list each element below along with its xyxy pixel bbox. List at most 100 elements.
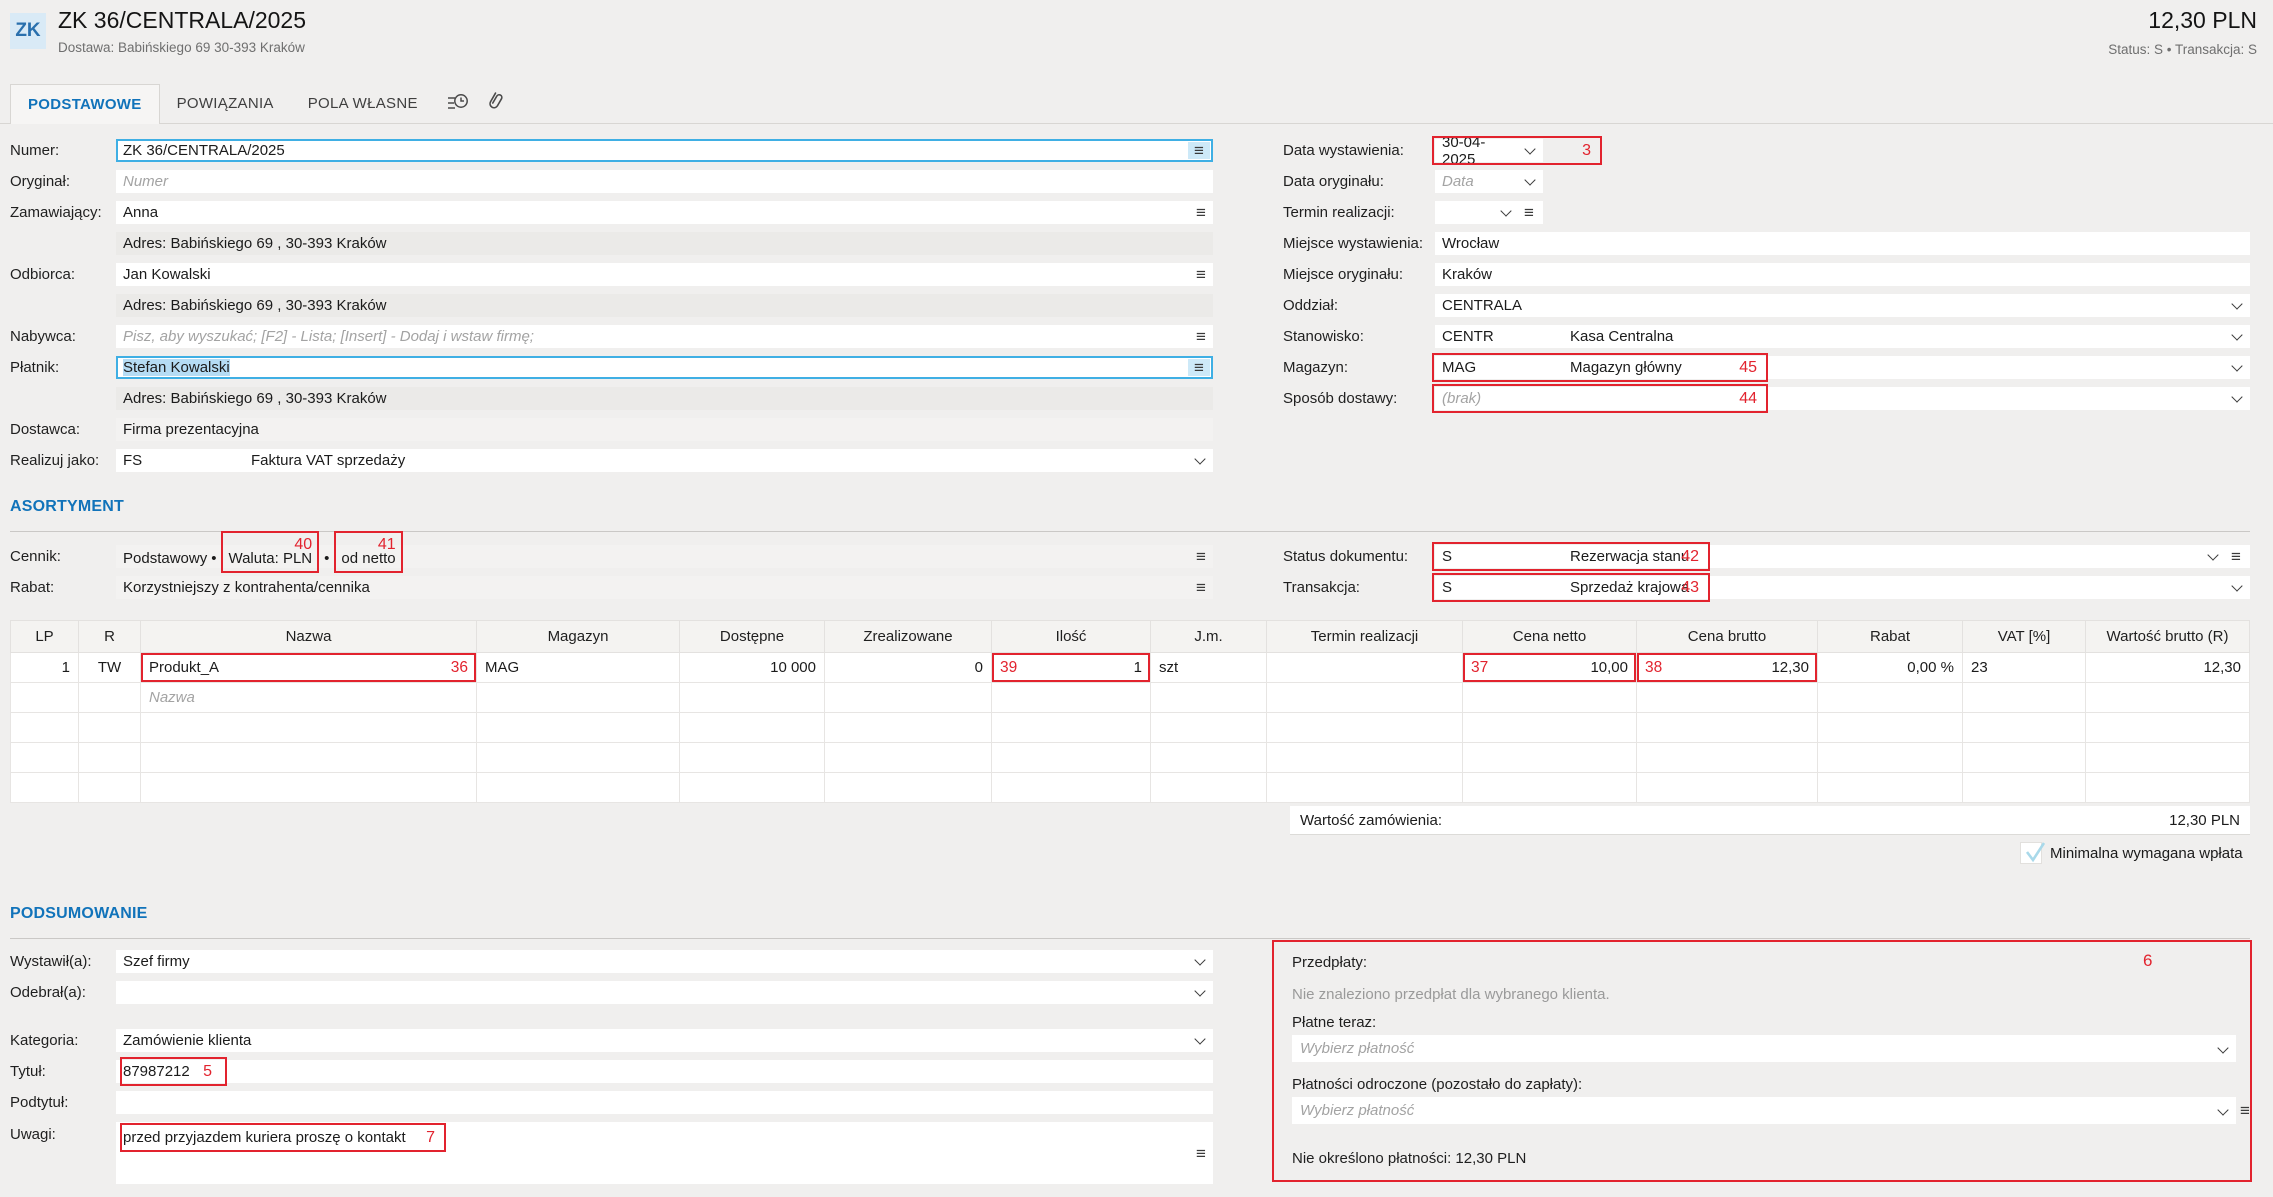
chevron-down-icon[interactable]	[1524, 143, 1535, 154]
miejsce-wystawienia-input[interactable]: Wrocław	[1435, 232, 2250, 255]
chevron-down-icon[interactable]	[1194, 954, 1205, 965]
cell-empty[interactable]	[1267, 743, 1463, 773]
chevron-down-icon[interactable]	[2231, 298, 2242, 309]
cell-empty[interactable]	[79, 713, 141, 743]
cell-empty[interactable]	[79, 743, 141, 773]
chevron-down-icon[interactable]	[2231, 360, 2242, 371]
cell-magazyn[interactable]: MAG	[477, 653, 680, 683]
cell-empty[interactable]	[11, 743, 79, 773]
cell-empty[interactable]	[477, 683, 680, 713]
chevron-down-icon[interactable]	[2231, 391, 2242, 402]
odbiorca-input[interactable]: Jan Kowalski ≡	[116, 263, 1213, 286]
uwagi-textarea[interactable]: przed przyjazdem kuriera proszę o kontak…	[116, 1122, 1213, 1184]
nabywca-input[interactable]: Pisz, aby wyszukać; [F2] - Lista; [Inser…	[116, 325, 1213, 348]
cell-empty[interactable]	[141, 773, 477, 803]
cell-ilosc[interactable]: 139	[992, 653, 1151, 683]
chevron-down-icon[interactable]	[1194, 453, 1205, 464]
termin-realizacji-select[interactable]: ≡	[1435, 201, 1543, 224]
cell-empty[interactable]	[680, 713, 825, 743]
cell-zrealizowane[interactable]: 0	[825, 653, 992, 683]
cell-empty[interactable]	[477, 773, 680, 803]
cell-empty[interactable]	[825, 743, 992, 773]
tytul-input[interactable]: 87987212 5	[116, 1060, 1213, 1083]
data-wystawienia-select[interactable]: 30-04-2025 3	[1435, 139, 1543, 162]
menu-icon[interactable]: ≡	[1190, 202, 1212, 223]
cell-empty[interactable]	[2086, 773, 2250, 803]
chevron-down-icon[interactable]	[2231, 580, 2242, 591]
cell-empty[interactable]	[11, 773, 79, 803]
realizuj-jako-select[interactable]: FS Faktura VAT sprzedaży	[116, 449, 1213, 472]
chevron-down-icon[interactable]	[2207, 549, 2218, 560]
zamawiajacy-input[interactable]: Anna ≡	[116, 201, 1213, 224]
cell-empty[interactable]	[992, 713, 1151, 743]
cell-empty[interactable]	[1637, 773, 1818, 803]
cell-empty[interactable]	[1151, 713, 1267, 743]
cell-empty[interactable]	[680, 773, 825, 803]
cell-termin[interactable]	[1267, 653, 1463, 683]
cell-empty[interactable]	[2086, 683, 2250, 713]
dostawca-field[interactable]: Firma prezentacyjna	[116, 418, 1213, 441]
cell-cena-brutto[interactable]: 12,3038	[1637, 653, 1818, 683]
cell-empty[interactable]	[1963, 773, 2086, 803]
cell-empty[interactable]	[477, 743, 680, 773]
podtytul-input[interactable]	[116, 1091, 1213, 1114]
cell-empty[interactable]	[2086, 743, 2250, 773]
cell-empty[interactable]	[1151, 743, 1267, 773]
odebral-select[interactable]	[116, 981, 1213, 1004]
cell-empty[interactable]	[825, 773, 992, 803]
cell-empty[interactable]	[680, 683, 825, 713]
cell-empty[interactable]	[1818, 713, 1963, 743]
cell-empty[interactable]	[825, 713, 992, 743]
cell-rabat[interactable]: 0,00 %	[1818, 653, 1963, 683]
tab-powiazania[interactable]: POWIĄZANIA	[160, 84, 291, 123]
cell-lp[interactable]: 1	[11, 653, 79, 683]
wystawil-select[interactable]: Szef firmy	[116, 950, 1213, 973]
cell-nazwa[interactable]: Produkt_A36	[141, 653, 477, 683]
chevron-down-icon[interactable]	[1194, 1033, 1205, 1044]
cell-empty[interactable]	[1637, 713, 1818, 743]
cell-empty[interactable]	[1637, 683, 1818, 713]
cell-empty[interactable]	[992, 743, 1151, 773]
cell-empty[interactable]	[79, 773, 141, 803]
cell-empty[interactable]	[11, 683, 79, 713]
chevron-down-icon[interactable]	[1500, 205, 1511, 216]
odroczone-select[interactable]: Wybierz płatność	[1292, 1097, 2236, 1124]
cell-cena-netto[interactable]: 10,0037	[1463, 653, 1637, 683]
kategoria-select[interactable]: Zamówienie klienta	[116, 1029, 1213, 1052]
cell-empty[interactable]	[1267, 773, 1463, 803]
chevron-down-icon[interactable]	[2217, 1104, 2228, 1115]
cell-empty[interactable]	[1267, 713, 1463, 743]
stanowisko-select[interactable]: CENTR Kasa Centralna	[1435, 325, 2250, 348]
menu-icon[interactable]: ≡	[1190, 1142, 1212, 1165]
cell-empty[interactable]	[1463, 743, 1637, 773]
cell-empty[interactable]	[79, 683, 141, 713]
cell-dostepne[interactable]: 10 000	[680, 653, 825, 683]
oryginal-input[interactable]: Numer	[116, 170, 1213, 193]
history-icon[interactable]	[445, 90, 469, 118]
cennik-field[interactable]: Podstawowy•40Waluta: PLN•41od netto ≡	[116, 545, 1213, 568]
cell-empty[interactable]	[141, 743, 477, 773]
data-oryginalu-select[interactable]: Data	[1435, 170, 1543, 193]
sposob-dostawy-select[interactable]: (brak) 44	[1435, 387, 2250, 410]
menu-icon[interactable]: ≡	[1190, 546, 1212, 567]
cell-empty[interactable]	[1963, 713, 2086, 743]
attachment-icon[interactable]	[483, 90, 507, 118]
numer-input[interactable]: ZK 36/CENTRALA/2025 ≡	[116, 139, 1213, 162]
cell-empty[interactable]	[680, 743, 825, 773]
cell-empty[interactable]	[1637, 743, 1818, 773]
cell-empty[interactable]	[1818, 773, 1963, 803]
cell-empty[interactable]	[1151, 683, 1267, 713]
chevron-down-icon[interactable]	[2217, 1042, 2228, 1053]
status-dokumentu-select[interactable]: S Rezerwacja stanu ≡ 42	[1435, 545, 2250, 568]
menu-icon[interactable]: ≡	[2240, 1101, 2250, 1121]
platnik-input[interactable]: Stefan Kowalski ≡	[116, 356, 1213, 379]
menu-icon[interactable]: ≡	[1518, 202, 1540, 223]
cell-wartosc-brutto[interactable]: 12,30	[2086, 653, 2250, 683]
cell-empty[interactable]	[992, 683, 1151, 713]
rabat-field[interactable]: Korzystniejszy z kontrahenta/cennika ≡	[116, 576, 1213, 599]
cell-empty[interactable]	[1151, 773, 1267, 803]
cell-empty[interactable]	[141, 713, 477, 743]
chevron-down-icon[interactable]	[2231, 329, 2242, 340]
cell-empty[interactable]	[1463, 713, 1637, 743]
transakcja-select[interactable]: S Sprzedaż krajowa 43	[1435, 576, 2250, 599]
